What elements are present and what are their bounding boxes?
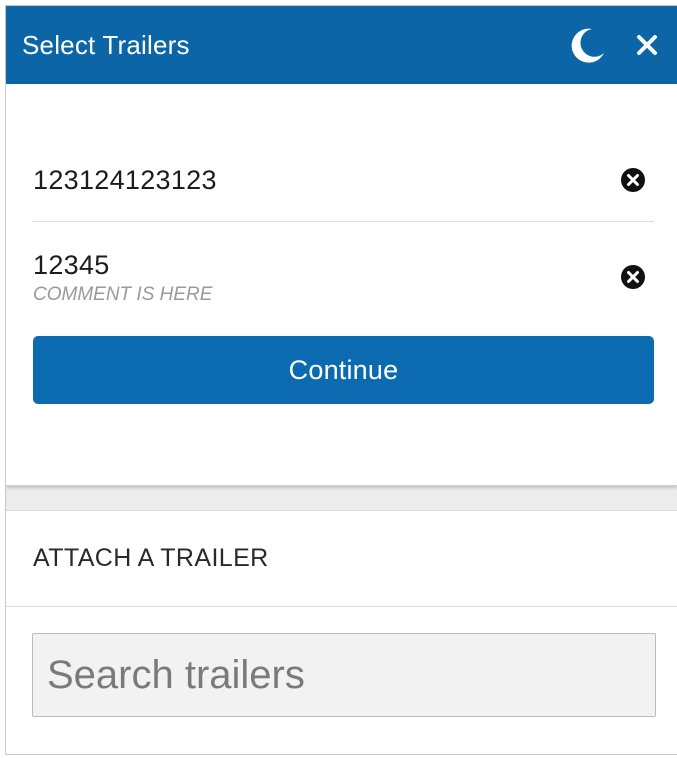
- trailer-number: 12345: [33, 250, 110, 280]
- attach-trailer-title: ATTACH A TRAILER: [33, 544, 269, 572]
- section-divider: [6, 486, 677, 511]
- attach-trailer-section: ATTACH A TRAILER: [6, 511, 677, 717]
- remove-trailer-icon[interactable]: [620, 264, 646, 290]
- search-wrap: [6, 607, 677, 717]
- search-trailers-input[interactable]: [32, 633, 656, 717]
- dialog-title: Select Trailers: [22, 29, 190, 60]
- header-actions: [567, 25, 661, 65]
- moon-icon[interactable]: [567, 25, 607, 65]
- trailer-row: 12345 COMMENT IS HERE: [33, 222, 654, 310]
- trailer-row: 123124123123: [33, 142, 654, 222]
- remove-trailer-icon[interactable]: [620, 167, 646, 193]
- select-trailers-dialog: Select Trailers 123124123123 12345 COMME…: [5, 5, 677, 755]
- trailer-info: 123124123123: [33, 165, 217, 195]
- trailer-comment: COMMENT IS HERE: [33, 284, 213, 305]
- attach-trailer-header: ATTACH A TRAILER: [6, 511, 677, 607]
- trailer-info: 12345 COMMENT IS HERE: [33, 250, 212, 307]
- dialog-header: Select Trailers: [6, 6, 677, 84]
- continue-button[interactable]: Continue: [33, 336, 654, 404]
- selected-trailers-panel: 123124123123 12345 COMMENT IS HERE Conti…: [6, 84, 677, 486]
- close-icon[interactable]: [633, 31, 661, 59]
- trailer-number: 123124123123: [33, 164, 217, 195]
- selected-trailers-list: 123124123123 12345 COMMENT IS HERE: [33, 84, 654, 310]
